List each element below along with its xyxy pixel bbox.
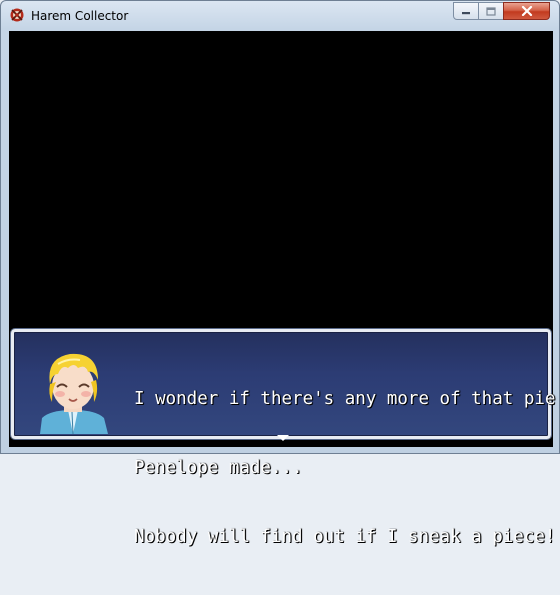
minimize-icon [462,12,470,15]
title-bar[interactable]: Harem Collector [1,1,559,31]
blonde-boy-smiling-face [40,353,108,434]
rpg-maker-icon[interactable] [9,7,25,23]
dialog-text: I wonder if there's any more of that pie… [134,342,556,595]
dialog-line: I wonder if there's any more of that pie [134,389,556,409]
app-window: Harem Collector I wonder if there's any … [0,0,560,547]
maximize-icon [486,6,496,16]
game-screen[interactable]: I wonder if there's any more of that pie… [9,31,555,547]
dialog-line: Nobody will find out if I sneak a piece! [134,527,556,547]
message-window[interactable]: I wonder if there's any more of that pie… [11,329,555,547]
close-button[interactable] [503,2,550,20]
minimize-button[interactable] [453,2,479,20]
down-arrow-icon[interactable] [276,434,290,442]
close-icon [521,6,532,16]
dialog-line: Penelope made... [134,458,303,478]
window-title: Harem Collector [31,9,129,23]
maximize-button[interactable] [478,2,504,20]
